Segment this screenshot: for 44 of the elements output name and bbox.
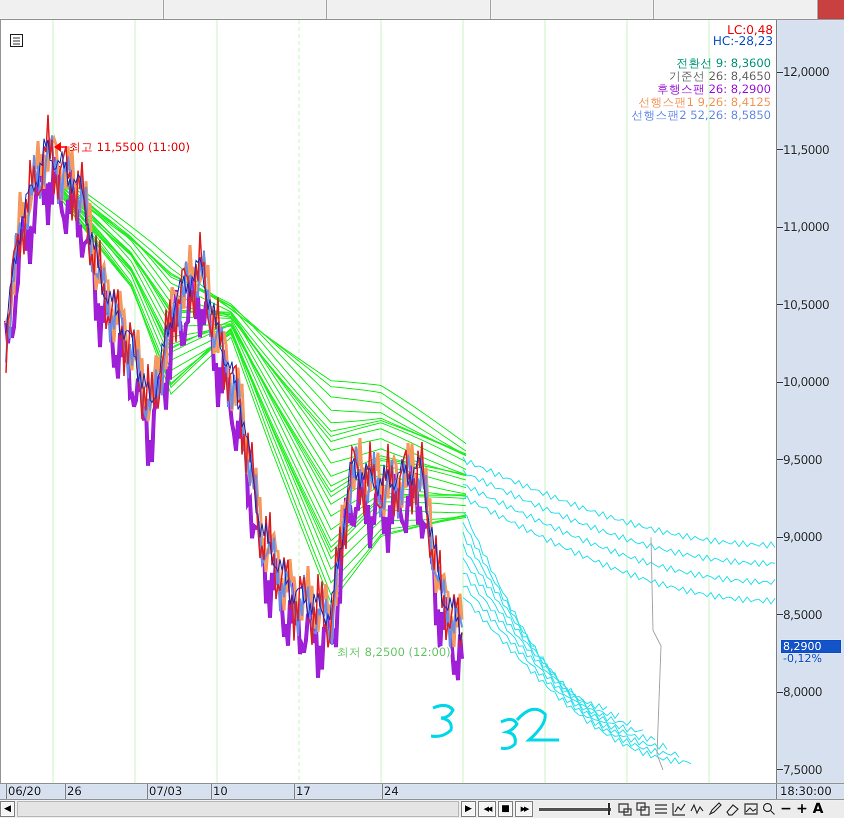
axis-label: 11,0000 — [783, 220, 830, 234]
search-icon[interactable] — [761, 801, 777, 817]
time-label: 18:30:00 — [776, 784, 844, 799]
zoom-out-button[interactable]: − — [779, 801, 793, 817]
legend-label: 선행스팬1 9,26: 8,4125 — [638, 95, 771, 109]
windows-icon[interactable] — [635, 801, 651, 817]
window-icon[interactable] — [617, 801, 633, 817]
text-tool-button[interactable]: A — [811, 801, 825, 817]
axis-label: 10,5000 — [783, 298, 830, 312]
hc-indicator: HC:-28,23 — [712, 34, 773, 48]
axis-label: 9,5000 — [783, 452, 822, 467]
legend-label: 전환선 9: 8,3600 — [676, 56, 771, 70]
price-change: -0,12% — [782, 653, 823, 666]
axis-label: 7,5000 — [783, 762, 822, 777]
scroll-left-button[interactable]: ◀ — [0, 801, 15, 817]
lc-indicator: LC:0,48 — [727, 23, 773, 37]
arrow-icon — [54, 142, 67, 152]
legend-label: 기준선 26: 8,4650 — [668, 69, 771, 83]
axis-label: 11,5000 — [783, 142, 830, 157]
wave-icon[interactable] — [689, 801, 705, 817]
play-button[interactable]: ▶ — [461, 801, 476, 817]
axis-label: 12,0000 — [783, 65, 830, 79]
date-label: 06/20 — [6, 784, 42, 799]
date-label: 26 — [65, 784, 82, 799]
date-label: 10 — [211, 784, 228, 799]
stop-button[interactable]: ■ — [498, 801, 513, 817]
current-price-tag: 8,2900 — [781, 640, 841, 654]
slider-track — [539, 808, 611, 810]
date-label: 24 — [382, 784, 399, 799]
date-label: 07/03 — [147, 784, 182, 799]
legend-label: 후행스팬 26: 8,2900 — [656, 82, 771, 96]
low-annotation: 최저 8,2500 (12:00) — [337, 645, 451, 659]
axis-label: 8,0000 — [783, 685, 822, 700]
line-chart-icon[interactable] — [671, 801, 687, 817]
high-annotation: 최고 11,5500 (11:00) — [69, 140, 190, 154]
image-icon[interactable] — [743, 801, 759, 817]
zoom-in-button[interactable]: + — [795, 801, 809, 817]
axis-label: 10,0000 — [783, 375, 830, 390]
legend-label: 선행스팬2 52,26: 8,5850 — [631, 108, 771, 122]
grid-icon[interactable] — [10, 34, 23, 47]
axis-label: 9,0000 — [783, 530, 822, 544]
axis-label: 8,5000 — [783, 608, 822, 622]
date-label: 17 — [294, 784, 311, 799]
pencil-icon[interactable] — [707, 801, 723, 817]
